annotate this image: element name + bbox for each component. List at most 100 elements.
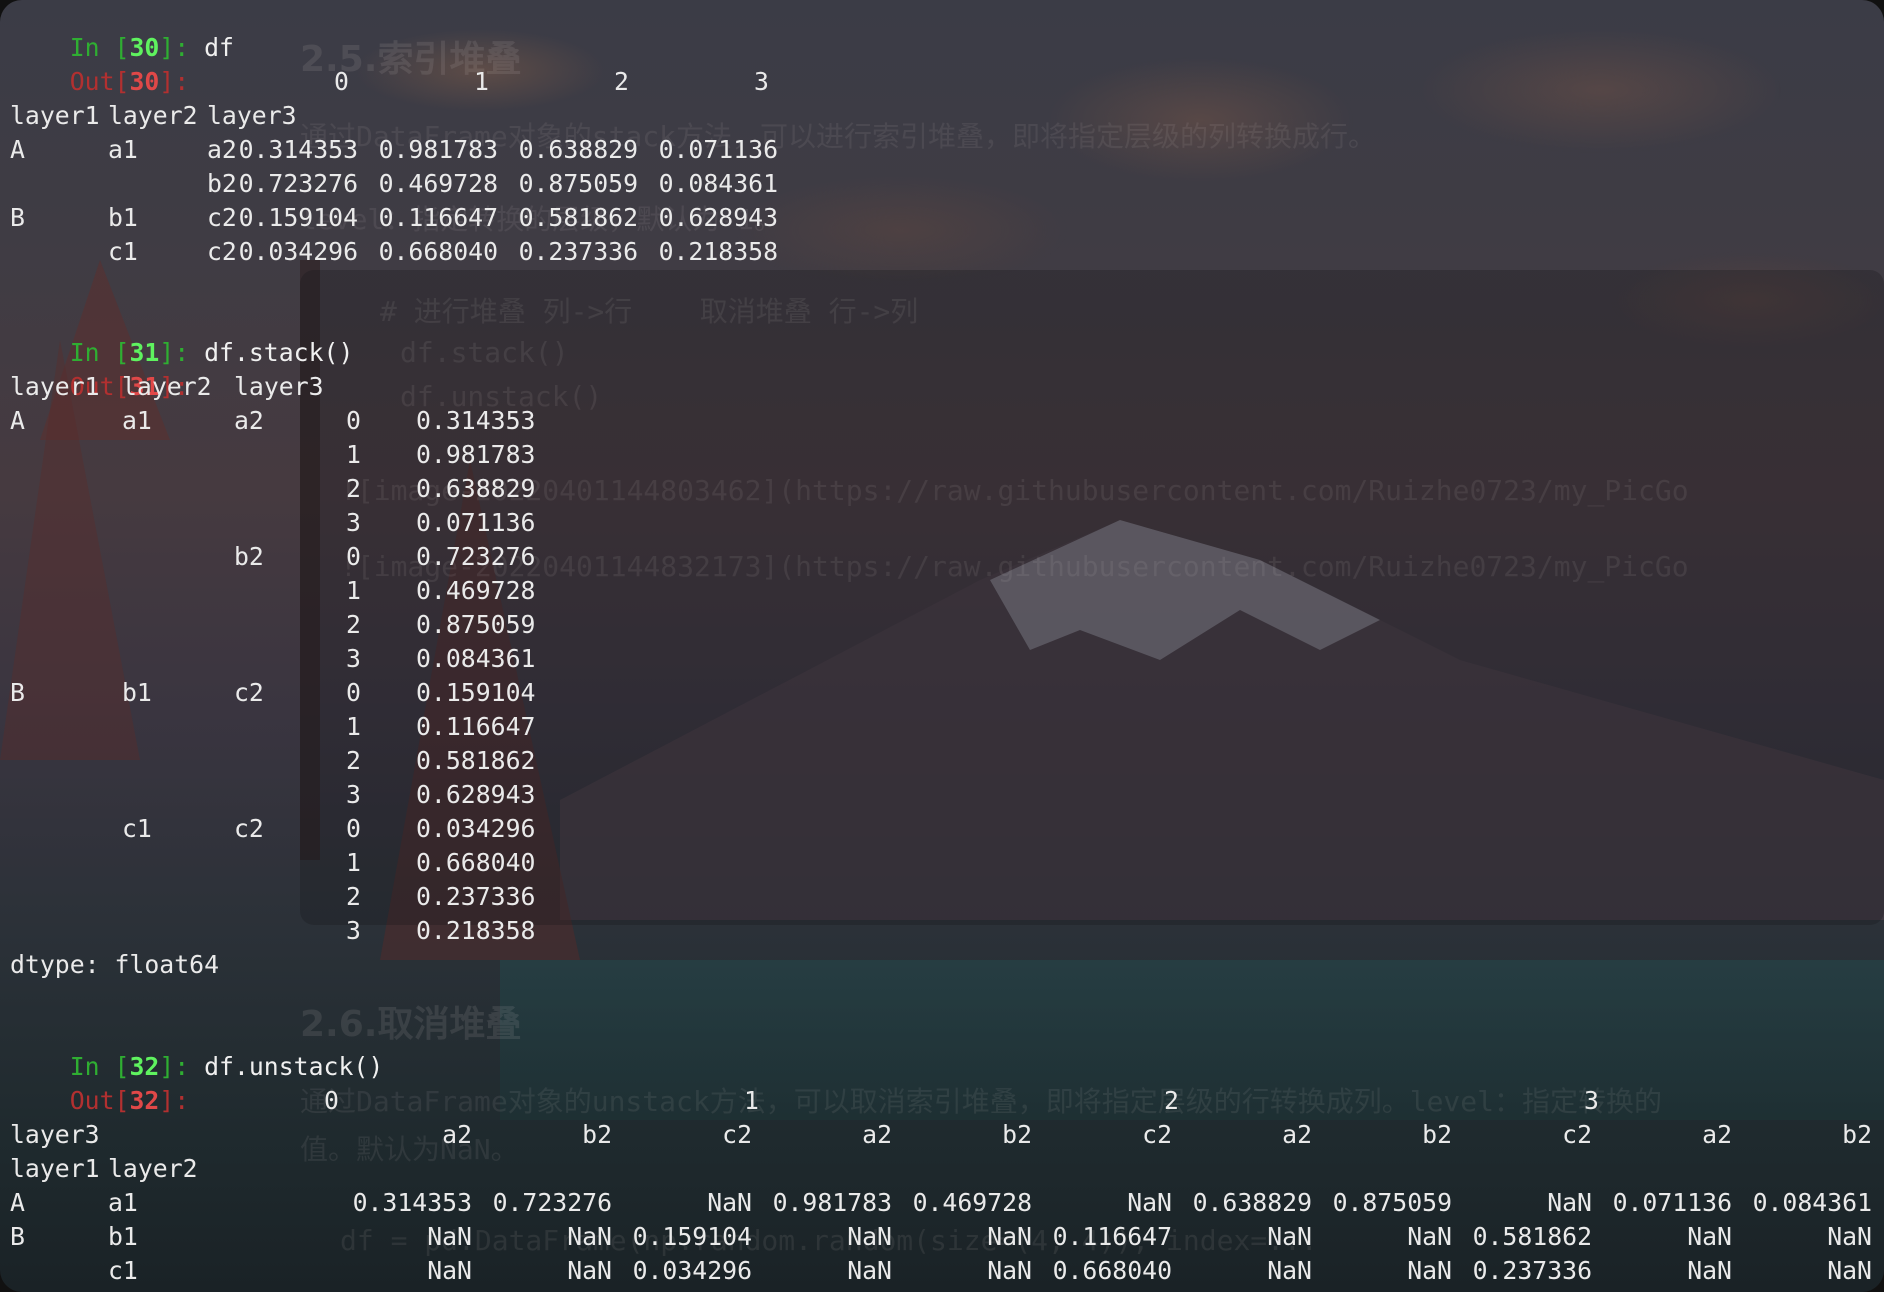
index-label: A <box>10 406 25 435</box>
table-cell: 0.628943 <box>1872 1220 1884 1254</box>
column-header: 2 <box>1164 1086 1179 1115</box>
column-header: c2 <box>1562 1120 1592 1149</box>
table-cell: NaN <box>1827 1222 1872 1251</box>
column-header: 0 <box>334 67 349 96</box>
table-cell: NaN <box>427 1222 472 1251</box>
prompt-out-label: Out[ <box>69 67 130 96</box>
output-prompt-32: Out[32]: <box>10 1050 189 1115</box>
index-label: 1 <box>346 576 361 605</box>
bg-image-link-2: ![image-20220401144832173](https://raw.g… <box>340 550 1689 583</box>
index-name: layer1 <box>10 1154 100 1183</box>
table-cell: 0.159104 <box>238 203 358 232</box>
index-label: b1 <box>108 203 138 232</box>
series-value: 0.159104 <box>416 678 536 707</box>
column-header: 0 <box>324 1086 339 1115</box>
table-cell: NaN <box>847 1256 892 1285</box>
index-name: layer2 <box>122 372 212 401</box>
index-label: 1 <box>346 848 361 877</box>
index-label: a1 <box>108 1188 138 1217</box>
table-cell: NaN <box>1547 1188 1592 1217</box>
column-header: 2 <box>614 67 629 96</box>
series-value: 0.723276 <box>416 542 536 571</box>
table-cell: 0.638829 <box>518 135 638 164</box>
table-cell: 0.159104 <box>632 1222 752 1251</box>
series-value: 0.218358 <box>416 916 536 945</box>
table-cell: 0.218358 <box>1872 1254 1884 1288</box>
column-header: a2 <box>1702 1120 1732 1149</box>
series-value: 0.469728 <box>416 576 536 605</box>
table-cell: NaN <box>427 1256 472 1285</box>
output-prompt-30: Out[30]: <box>10 31 189 96</box>
index-label: c1 <box>122 814 152 843</box>
table-cell: 0.084361 <box>1752 1188 1872 1217</box>
table-cell: NaN <box>1827 1256 1872 1285</box>
table-cell: 0.034296 <box>632 1256 752 1285</box>
column-header: b2 <box>1842 1120 1872 1149</box>
index-label: 0 <box>346 678 361 707</box>
column-header: b2 <box>1002 1120 1032 1149</box>
table-cell: 0.071136 <box>1612 1188 1732 1217</box>
index-label: c1 <box>108 1256 138 1285</box>
index-label: 1 <box>346 712 361 741</box>
table-cell: NaN <box>1267 1222 1312 1251</box>
column-header: b2 <box>582 1120 612 1149</box>
index-label: a1 <box>108 135 138 164</box>
index-name: layer1 <box>10 372 100 401</box>
bg-image-link-1: ![image-20220401144803462](https://raw.g… <box>340 474 1689 507</box>
index-label: 0 <box>346 542 361 571</box>
table-cell: 0.981783 <box>772 1188 892 1217</box>
index-label: B <box>10 203 25 232</box>
table-cell: 0.314353 <box>238 135 358 164</box>
table-cell: 0.581862 <box>1472 1222 1592 1251</box>
index-name: layer2 <box>108 101 198 130</box>
series-value: 0.034296 <box>416 814 536 843</box>
terminal-window[interactable]: 2.5.索引堆叠 通过DataFrame对象的stack方法，可以进行索引堆叠，… <box>0 0 1884 1292</box>
output-prompt-31: Out[31]: <box>10 336 189 401</box>
table-cell: NaN <box>567 1222 612 1251</box>
input-code[interactable]: df.stack() <box>204 338 353 367</box>
series-value: 0.084361 <box>416 644 536 673</box>
table-cell: 0.469728 <box>912 1188 1032 1217</box>
table-cell: 0.668040 <box>378 237 498 266</box>
column-header: c2 <box>722 1120 752 1149</box>
table-cell: 0.218358 <box>658 237 778 266</box>
index-label: 0 <box>346 814 361 843</box>
table-cell: NaN <box>1127 1188 1172 1217</box>
index-label: 0 <box>346 406 361 435</box>
index-label: c1 <box>108 237 138 266</box>
table-cell: 0.116647 <box>378 203 498 232</box>
input-code[interactable]: df <box>204 33 234 62</box>
table-cell: 0.116647 <box>1052 1222 1172 1251</box>
table-cell: 0.237336 <box>1472 1256 1592 1285</box>
columns-name: layer3 <box>10 1120 100 1149</box>
index-label: a2 <box>234 406 264 435</box>
dtype-label: dtype: float64 <box>10 950 220 979</box>
index-name: layer3 <box>234 372 324 401</box>
series-value: 0.071136 <box>416 508 536 537</box>
series-value: 0.668040 <box>416 848 536 877</box>
bg-code-stack: df.stack() <box>400 336 569 369</box>
column-header: 3 <box>1584 1086 1599 1115</box>
index-label: a1 <box>122 406 152 435</box>
series-value: 0.628943 <box>416 780 536 809</box>
column-header: a2 <box>1282 1120 1312 1149</box>
table-cell: NaN <box>987 1256 1032 1285</box>
table-cell: 0.628943 <box>658 203 778 232</box>
table-cell: 0.084361 <box>658 169 778 198</box>
prompt-out-number: 30 <box>129 67 160 96</box>
table-cell: NaN <box>707 1188 752 1217</box>
index-name: layer1 <box>10 101 100 130</box>
column-header: a2 <box>862 1120 892 1149</box>
table-cell: 0.723276 <box>238 169 358 198</box>
index-label: c2 <box>234 814 264 843</box>
index-label: A <box>10 135 25 164</box>
table-cell: 0.875059 <box>1332 1188 1452 1217</box>
series-value: 0.581862 <box>416 746 536 775</box>
series-value: 0.875059 <box>416 610 536 639</box>
input-prompt-31: In [31]: df.stack() <box>10 302 354 367</box>
prompt-out-close: ]: <box>159 67 190 96</box>
table-cell: NaN <box>567 1256 612 1285</box>
table-cell: 0.469728 <box>378 169 498 198</box>
input-code[interactable]: df.unstack() <box>204 1052 383 1081</box>
table-cell: 0.875059 <box>518 169 638 198</box>
